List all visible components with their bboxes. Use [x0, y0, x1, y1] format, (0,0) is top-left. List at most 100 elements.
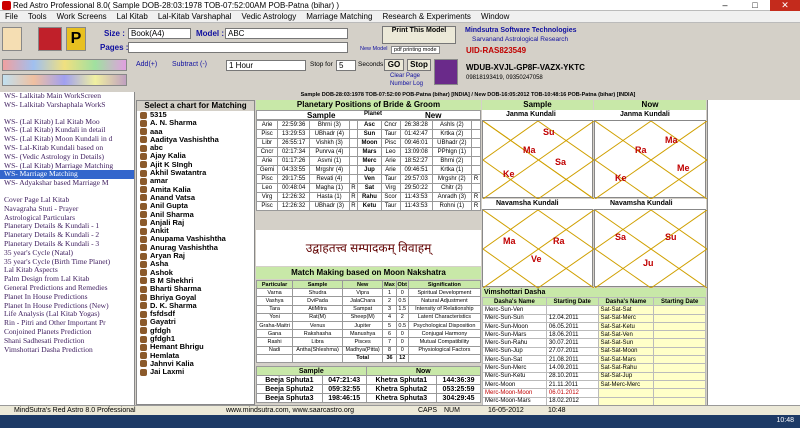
dasha-row[interactable]: Merc-Sun-Mars 18.06.2011 Sat-Sat-Ven	[482, 330, 706, 340]
person-icon	[140, 235, 147, 243]
work-screen-item[interactable]: WS- Lalkitab Varshaphala WorkS	[0, 101, 134, 110]
dasha-row[interactable]: Merc-Sun-Sun 12.04.2011 Sat-Sat-Merc	[482, 313, 706, 323]
taskbar: 10:48	[0, 415, 800, 428]
book-icon[interactable]	[38, 27, 62, 51]
toolbar: P Size : Book(A4) Model : ABC Pages : Pr…	[0, 23, 800, 57]
work-screen-item[interactable]: Planetary Details & Kundali - 2	[0, 231, 134, 240]
work-screen-item[interactable]: Planet In House Predictions	[0, 293, 134, 302]
work-screen-item[interactable]: General Predictions and Remedies	[0, 284, 134, 293]
dasha-header: Dasha's Name	[482, 296, 547, 307]
menu-file[interactable]: File	[0, 11, 23, 22]
dasha-row[interactable]: Merc-Sun-Sat 21.08.2011 Sat-Sat-Mars	[482, 355, 706, 365]
work-screen-item[interactable]: Life Analysis (Lal Kitab Yogas)	[0, 310, 134, 319]
pages-select[interactable]	[128, 42, 348, 53]
work-screen-item[interactable]: WS- Lal-Kitab Kundali based on	[0, 144, 134, 153]
work-screen-item[interactable]: Cover Page Lal Kitab	[0, 196, 134, 205]
work-screen-item[interactable]: Lal Kitab Aspects	[0, 266, 134, 275]
dasha-cell: Merc-Moon-Moon	[482, 388, 547, 398]
subtract-radio[interactable]: Subtract (-)	[172, 61, 207, 68]
sanskrit-banner: उद्वाहतत्त्व सम्पादकम् विवाहम्	[256, 230, 481, 266]
dasha-row[interactable]: Merc-Sun-Ven Sat-Sat-Sat	[482, 305, 706, 315]
work-screen-item[interactable]: WS- (Lal Kitab) Lal Kitab Moo	[0, 118, 134, 127]
dasha-row[interactable]: Merc-Sun-Jup 27.07.2011 Sat-Sat-Moon	[482, 346, 706, 357]
work-screen-item[interactable]: Navagraha Stuti - Prayer	[0, 205, 134, 214]
match-row: Vashya DviPada JalaChara 2 0.5 Natural Adjust…	[255, 296, 482, 306]
dasha-cell: 14.09.2011	[545, 363, 599, 373]
work-screen-item[interactable]: Rin - Pitri and Other Important Pr	[0, 319, 134, 328]
menu-tools[interactable]: Tools	[23, 11, 52, 22]
work-screen-item[interactable]: Planet In House Predictions (New)	[0, 302, 134, 311]
number-log-link[interactable]: Number Log	[390, 81, 423, 87]
work-screen-item[interactable]: 35 year's Cycle (Natal)	[0, 249, 134, 258]
beeja-cell: 198:46:15	[321, 393, 367, 403]
work-screen-item[interactable]: Vimshottari Dasha Prediction	[0, 346, 134, 355]
print-model-button[interactable]: Print This Model	[382, 26, 456, 44]
p-icon[interactable]: P	[66, 27, 86, 51]
quick-icons-row2[interactable]	[2, 74, 127, 86]
size-select[interactable]: Book(A4)	[128, 28, 191, 39]
phone-text: 09818193419, 09350247058	[466, 75, 543, 81]
model-select[interactable]: ABC	[225, 28, 348, 39]
menu-lal-kitab[interactable]: Lal Kitab	[112, 11, 153, 22]
minimize-button[interactable]: –	[710, 0, 740, 11]
match-cell: Sampat	[341, 304, 384, 314]
planet-row: Pisc 13:29:53 UBhadr (4) Sun Taur 01:42:47 Krt…	[255, 129, 481, 139]
planet-row: Gemi 04:33:55 Mrgshr (4) Jup Arie 09:46:51 Krt…	[255, 165, 481, 175]
maximize-button[interactable]: □	[740, 0, 770, 11]
svg-text:Ke: Ke	[615, 173, 627, 183]
work-screen-item[interactable]: Planetary Details & Kundali - 3	[0, 240, 134, 249]
interval-select[interactable]: 1 Hour	[226, 60, 306, 71]
work-screen-item[interactable]: Shani Sadhesati Prediction	[0, 337, 134, 346]
go-button[interactable]: GO	[384, 59, 404, 71]
pdf-checkbox[interactable]: pdf printing mode	[391, 46, 440, 54]
chart-list-item[interactable]: Jai Laxmi	[137, 368, 254, 376]
dasha-row[interactable]: Merc-Moon-Moon 06.01.2012	[482, 388, 706, 398]
stop-button[interactable]: Stop	[407, 59, 431, 71]
work-screen-item[interactable]: WS- (Vedic Astrology in Details)	[0, 153, 134, 162]
company-sub: Sarvanand Astrological Research	[472, 36, 569, 43]
work-screen-item[interactable]: 35 year's Cycle (Birth Time Planet)	[0, 258, 134, 267]
user-icon[interactable]	[2, 27, 22, 51]
dasha-row[interactable]: Merc-Sun-Rahu 30.07.2011 Sat-Sat-Sun	[482, 338, 706, 348]
dasha-cell: 18.06.2011	[545, 330, 599, 340]
dasha-row[interactable]: Merc-Sun-Merc 14.09.2011 Sat-Sat-Rahu	[482, 363, 706, 373]
clear-page-link[interactable]: Clear Page	[390, 73, 420, 79]
work-screen-item[interactable]: WS- Marriage Matching	[0, 170, 134, 180]
dasha-row[interactable]: Merc-Moon 21.11.2011 Sat-Merc-Merc	[482, 379, 706, 390]
match-cell: Rakshasha	[292, 329, 343, 339]
match-cell: Spiritual Development	[407, 288, 482, 298]
person-icon	[140, 352, 147, 360]
work-screen-item[interactable]: WS- (Lal Kitab) Moon Kundali in d	[0, 135, 134, 144]
person-icon	[140, 277, 147, 285]
new-model-link[interactable]: New Model	[360, 46, 388, 52]
menu-marriage[interactable]: Marriage Matching	[301, 11, 377, 22]
planet-cell: Bhrni (2)	[431, 156, 473, 166]
add-radio[interactable]: Add(+)	[136, 61, 157, 68]
dasha-cell: 30.07.2011	[545, 338, 599, 348]
beeja-header: Now	[365, 366, 482, 376]
work-screen-item[interactable]: Planetary Details & Kundali - 1	[0, 222, 134, 231]
planet-cell: R	[471, 192, 481, 202]
work-screen-item[interactable]: Conjoined Planets Prediction	[0, 328, 134, 337]
work-screen-item[interactable]: WS- Lalkitab Main WorkScreen	[0, 92, 134, 101]
planet-row: Arie 22:59:36 Bhrni (3) Asc Cncr 26:38:28 Ashl…	[255, 120, 481, 130]
dasha-row[interactable]: Merc-Sun-Moon 06.05.2011 Sat-Sat-Ketu	[482, 321, 706, 332]
match-cell: 1	[382, 288, 397, 298]
work-screen-item[interactable]: Astrological Particulars	[0, 214, 134, 223]
seconds-input[interactable]: 5	[336, 60, 356, 71]
match-total-cell	[407, 353, 482, 363]
work-screen-item[interactable]: WS- (Lal Kitab) Kundali in detail	[0, 126, 134, 135]
right-blank-panel	[707, 100, 800, 405]
menu-research[interactable]: Research & Experiments	[377, 11, 475, 22]
close-button[interactable]: ✕	[770, 0, 800, 11]
planet-cell: Mrgshr (4)	[309, 165, 350, 175]
menu-vedic[interactable]: Vedic Astrology	[237, 11, 302, 22]
work-screen-item[interactable]: WS- (Lal Kitab) Marriage Matching	[0, 162, 134, 171]
menu-work-screens[interactable]: Work Screens	[52, 11, 112, 22]
work-screen-item[interactable]: WS- Adyakshar based Marriage M	[0, 179, 134, 188]
work-screen-item[interactable]: Palm Design from Lal Kitab	[0, 275, 134, 284]
dasha-row[interactable]: Merc-Sun-Ketu 28.10.2011 Sat-Sat-Jup	[482, 371, 706, 381]
quick-icons-row1[interactable]	[2, 59, 127, 71]
menu-window[interactable]: Window	[476, 11, 514, 22]
menu-varshaphal[interactable]: Lal-Kitab Varshaphal	[153, 11, 237, 22]
